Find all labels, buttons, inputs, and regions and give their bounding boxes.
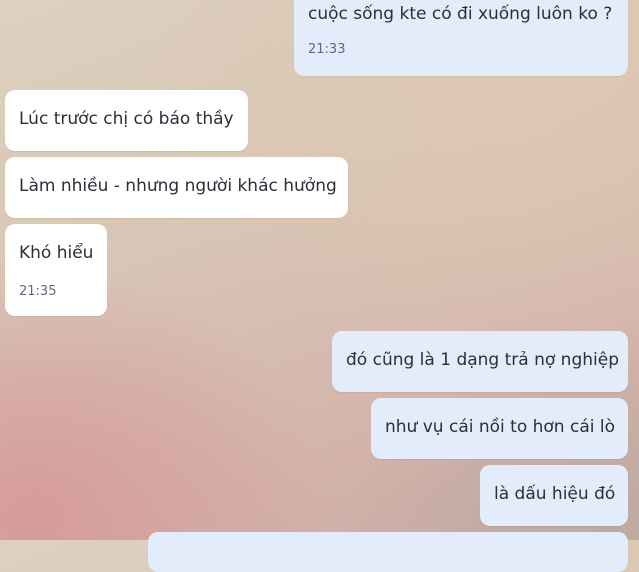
message-bubble-outgoing[interactable] [148,532,628,572]
message-bubble-outgoing[interactable]: là dấu hiệu đó [480,465,628,526]
message-text: Làm nhiều - nhưng người khác hưởng [19,176,337,196]
message-text: cuộc sống kte có đi xuống luôn ko ? [308,4,613,24]
message-bubble-incoming[interactable]: Khó hiểu 21:35 [5,224,107,316]
message-text: Lúc trước chị có báo thầy [19,109,234,129]
message-text: đó cũng là 1 dạng trả nợ nghiệp [346,350,619,370]
message-bubble-incoming[interactable]: Lúc trước chị có báo thầy [5,90,248,151]
message-timestamp: 21:35 [19,284,57,299]
chat-message-area: cuộc sống kte có đi xuống luôn ko ? 21:3… [0,0,639,572]
message-bubble-outgoing[interactable]: như vụ cái nồi to hơn cái lò [371,398,628,459]
message-bubble-outgoing[interactable]: cuộc sống kte có đi xuống luôn ko ? 21:3… [294,0,628,76]
message-text: là dấu hiệu đó [494,484,616,504]
message-timestamp: 21:33 [308,42,346,57]
message-bubble-outgoing[interactable]: đó cũng là 1 dạng trả nợ nghiệp [332,331,628,392]
message-text: Khó hiểu [19,243,94,263]
message-text: như vụ cái nồi to hơn cái lò [385,417,615,437]
message-bubble-incoming[interactable]: Làm nhiều - nhưng người khác hưởng [5,157,348,218]
